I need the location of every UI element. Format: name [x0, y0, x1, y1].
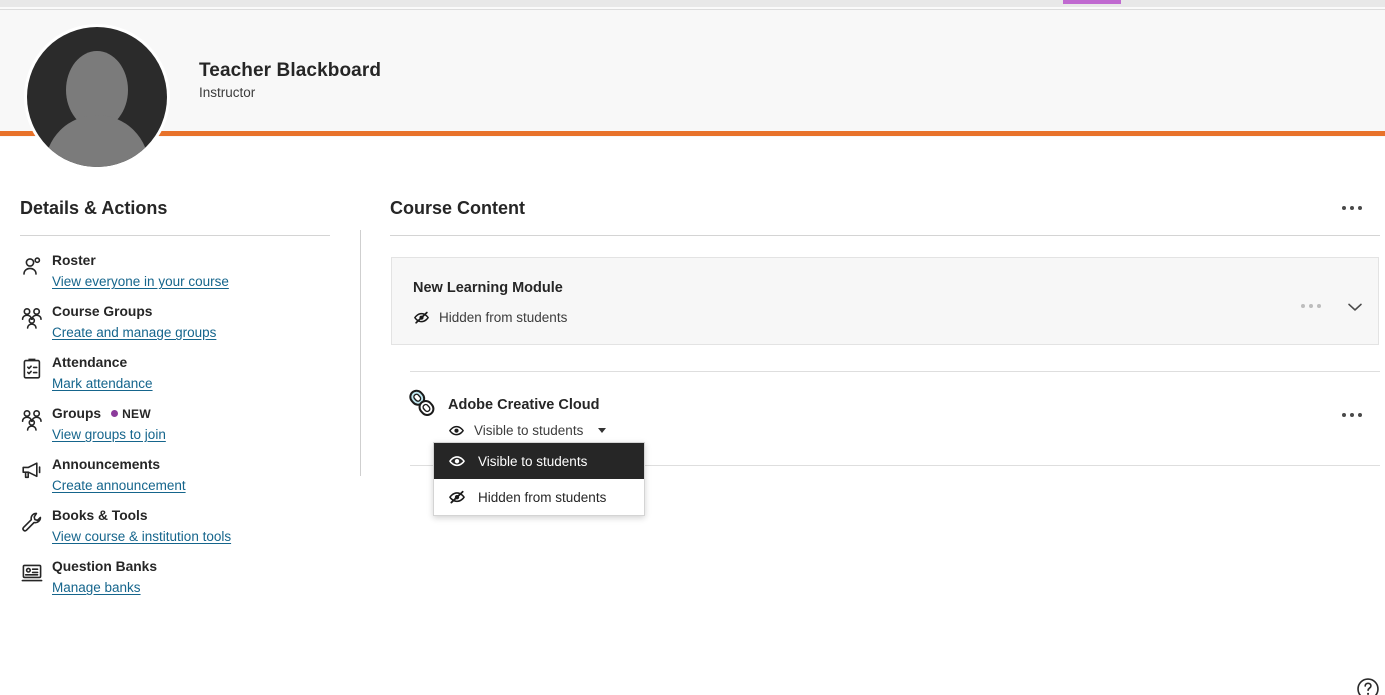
page-title: Teacher Blackboard — [199, 60, 382, 81]
learning-module-card[interactable]: New Learning Module Hidden from students — [391, 257, 1379, 345]
kebab-menu-icon — [1358, 413, 1362, 417]
dropdown-option-hidden[interactable]: Hidden from students — [434, 479, 644, 515]
content-row-divider-top — [410, 371, 1380, 372]
column-divider — [360, 230, 361, 476]
visibility-dropdown-menu[interactable]: Visible to students Hidden from students — [433, 442, 645, 516]
sidebar-item-course-groups[interactable]: Course Groups Create and manage groups — [20, 303, 340, 353]
sidebar-item-label: Course Groups — [52, 304, 153, 319]
details-actions-heading: Details & Actions — [20, 198, 168, 218]
visibility-dropdown-trigger[interactable]: Visible to students — [448, 422, 607, 439]
clipboard-icon — [20, 357, 44, 381]
dropdown-option-visible[interactable]: Visible to students — [434, 443, 644, 479]
sidebar-item-announcements[interactable]: Announcements Create announcement — [20, 456, 340, 506]
sidebar-item-label: Question Banks — [52, 559, 158, 574]
badge-label: NEW — [122, 406, 151, 421]
sidebar-item-link[interactable]: Create and manage groups — [52, 324, 216, 341]
course-content-overflow-button[interactable] — [1342, 206, 1362, 210]
caret-down-icon — [598, 428, 607, 433]
person-icon — [20, 255, 44, 279]
profile-role: Instructor — [199, 85, 256, 100]
sidebar-item-groups[interactable]: Groups NEW View groups to join — [20, 405, 340, 455]
content-item-title: Adobe Creative Cloud — [448, 397, 600, 413]
people-icon — [20, 306, 44, 330]
kebab-menu-icon — [1350, 413, 1354, 417]
wrench-icon — [20, 510, 44, 534]
question-bank-icon — [20, 561, 44, 585]
eye-icon — [448, 422, 465, 439]
browser-chrome-strip — [0, 0, 1385, 10]
learning-module-overflow-button[interactable] — [1301, 304, 1321, 308]
chain-link-icon — [404, 385, 440, 421]
sidebar-item-label: Attendance — [52, 355, 128, 370]
sidebar-item-link[interactable]: Create announcement — [52, 477, 186, 494]
sidebar-item-link[interactable]: View everyone in your course — [52, 273, 229, 290]
kebab-menu-icon — [1358, 206, 1362, 210]
sidebar-item-link[interactable]: Manage banks — [52, 579, 141, 596]
visibility-status-label: Visible to students — [474, 423, 584, 438]
sidebar-item-link[interactable]: View groups to join — [52, 426, 166, 443]
sidebar-item-question-banks[interactable]: Question Banks Manage banks — [20, 558, 340, 608]
dropdown-option-label: Hidden from students — [478, 489, 607, 505]
question-circle-icon — [1355, 676, 1381, 695]
badge-dot-icon — [111, 410, 119, 417]
course-content-divider — [390, 235, 1380, 236]
banner-accent-rule — [0, 131, 1385, 136]
sidebar-item-attendance[interactable]: Attendance Mark attendance — [20, 354, 340, 404]
kebab-menu-icon — [1301, 304, 1305, 308]
avatar-body — [45, 115, 149, 167]
course-content-heading: Course Content — [390, 198, 525, 218]
sidebar-item-label: Books & Tools — [52, 508, 148, 523]
kebab-menu-icon — [1350, 206, 1354, 210]
kebab-menu-icon — [1342, 206, 1346, 210]
chevron-down-icon — [1344, 296, 1366, 318]
module-visibility-status: Hidden from students — [413, 309, 567, 326]
eye-slash-icon — [448, 488, 466, 506]
details-actions-divider — [20, 235, 330, 236]
active-tab-accent — [1063, 0, 1121, 4]
eye-icon — [448, 452, 466, 470]
page-root: Teacher Blackboard Instructor Details & … — [0, 0, 1385, 695]
kebab-menu-icon — [1342, 413, 1346, 417]
people-icon — [20, 408, 44, 432]
sidebar-item-link[interactable]: View course & institution tools — [52, 528, 231, 545]
kebab-menu-icon — [1309, 304, 1313, 308]
status-badge: NEW — [111, 407, 151, 421]
content-item-overflow-button[interactable] — [1342, 413, 1362, 417]
sidebar-item-label: Announcements — [52, 457, 161, 472]
sidebar-item-label: Groups — [52, 406, 102, 421]
avatar — [27, 27, 167, 167]
sidebar-item-link[interactable]: Mark attendance — [52, 375, 153, 392]
learning-module-expand-button[interactable] — [1340, 292, 1370, 322]
megaphone-icon — [20, 459, 44, 483]
sidebar-item-label: Roster — [52, 253, 96, 268]
module-status-label: Hidden from students — [439, 310, 568, 325]
kebab-menu-icon — [1317, 304, 1321, 308]
details-actions-list: Roster View everyone in your course Cour… — [20, 252, 340, 609]
sidebar-item-roster[interactable]: Roster View everyone in your course — [20, 252, 340, 302]
eye-slash-icon — [413, 309, 430, 326]
help-button[interactable] — [1355, 676, 1381, 695]
module-title: New Learning Module — [413, 280, 563, 296]
sidebar-item-books-and-tools[interactable]: Books & Tools View course & institution … — [20, 507, 340, 557]
dropdown-option-label: Visible to students — [478, 453, 588, 469]
